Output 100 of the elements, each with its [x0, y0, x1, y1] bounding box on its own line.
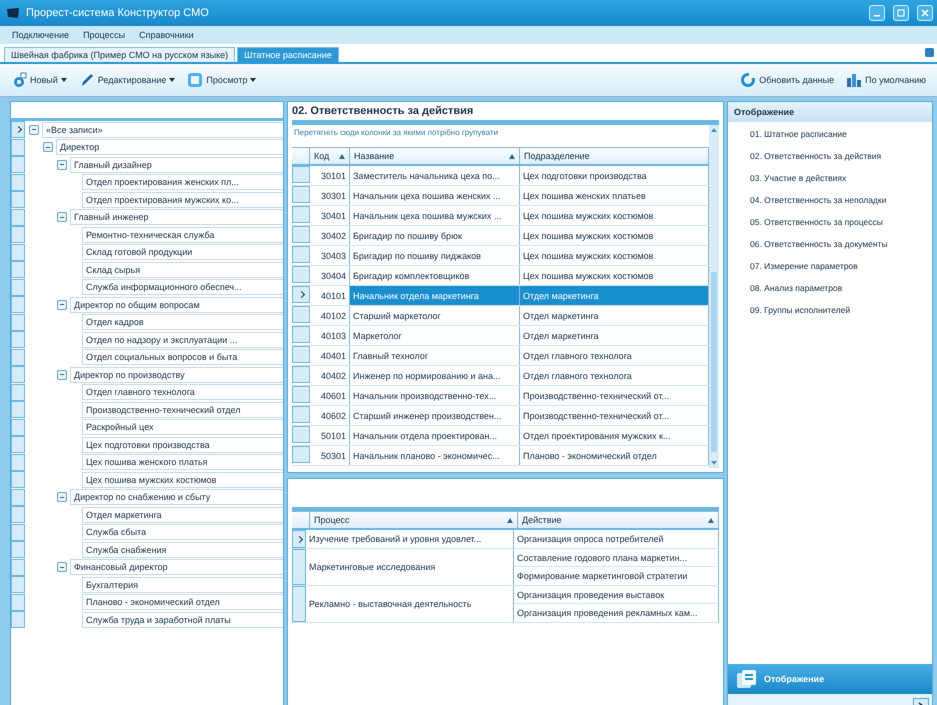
tree-item[interactable]: Склад готовой продукции: [82, 244, 283, 260]
caret-icon: [169, 78, 176, 82]
collapse-toggle[interactable]: [57, 212, 67, 222]
table-cell: Инженер по нормированию и ана...: [350, 366, 520, 385]
collapse-toggle[interactable]: [57, 562, 67, 572]
view-link[interactable]: 05. Ответственность за процессы: [750, 214, 932, 230]
tree-item[interactable]: Цех пошива женского платья: [82, 454, 283, 470]
view-link[interactable]: 08. Анализ параметров: [750, 280, 932, 296]
toolbar-button[interactable]: По умолчанию: [843, 70, 929, 90]
collapse-toggle[interactable]: [57, 492, 67, 502]
tab[interactable]: Швейная фабрика (Пример СМО на русском языке): [4, 47, 236, 62]
column-header[interactable]: Процесс: [310, 512, 518, 528]
row-header[interactable]: [11, 121, 25, 138]
panel-header: Отображение: [728, 102, 932, 122]
table-cell: Начальник планово - экономичес...: [350, 446, 520, 465]
minimize-button[interactable]: [869, 5, 885, 21]
view-link[interactable]: 07. Измерение параметров: [750, 258, 932, 274]
table-cell: 30301: [310, 186, 350, 205]
table-cell: Начальник цеха пошива женских ...: [350, 186, 520, 205]
tree-item[interactable]: Отдел социальных вопросов и быта: [82, 349, 283, 366]
table-cell: Организация проведения выставок: [514, 586, 719, 604]
table-cell: 40601: [310, 386, 350, 405]
table-cell: Отдел маркетинга: [520, 286, 709, 305]
tree-item[interactable]: Цех подготовки производства: [82, 436, 283, 453]
tree-item[interactable]: Директор: [56, 139, 283, 156]
collapse-toggle[interactable]: [57, 300, 67, 310]
table-cell: 40402: [310, 366, 350, 385]
table-cell: Начальник производственно-тех...: [350, 386, 520, 405]
row-header[interactable]: [292, 286, 310, 303]
tree-item[interactable]: Отдел проектирования мужских ко...: [82, 192, 283, 208]
toolbar-button[interactable]: Новый: [8, 70, 70, 90]
tree-item[interactable]: Планово - экономический отдел: [82, 594, 283, 610]
table-cell: Бригадир по пошиву пиджаков: [350, 246, 520, 265]
table-cell: 40103: [310, 326, 350, 345]
table-cell: 40602: [310, 406, 350, 425]
toolbar-button[interactable]: Обновить данные: [737, 70, 838, 90]
tree-item[interactable]: Служба информационного обеспеч...: [82, 279, 283, 296]
tree-item[interactable]: Бухгалтерия: [82, 576, 283, 593]
close-button[interactable]: [917, 5, 933, 21]
table-cell: 40102: [310, 306, 350, 325]
tree-item[interactable]: Отдел кадров: [82, 314, 283, 330]
tree-item[interactable]: Служба труда и заработной платы: [82, 612, 283, 628]
refresh-icon: [740, 72, 756, 88]
table-cell: Начальник отдела проектирован...: [350, 426, 520, 445]
table-cell: 30404: [310, 266, 350, 285]
table-cell: 30402: [310, 226, 350, 245]
tree-item[interactable]: Отдел главного технолога: [82, 384, 283, 400]
row-header[interactable]: [292, 530, 306, 548]
collapse-toggle[interactable]: [57, 370, 67, 380]
view-link[interactable]: 03. Участие в действиях: [750, 170, 932, 186]
tree-item[interactable]: Цех пошива мужских костюмов: [82, 472, 283, 488]
tree-item[interactable]: Отдел проектирования женских пл...: [82, 174, 283, 190]
tree-item[interactable]: Главный инженер: [70, 209, 283, 226]
collapse-toggle[interactable]: [29, 124, 39, 135]
tree-item[interactable]: Главный дизайнер: [70, 156, 283, 173]
table-cell: 50101: [310, 426, 350, 445]
table-cell: 30401: [310, 206, 350, 225]
table-cell: Старший маркетолог: [350, 306, 520, 325]
tree-item[interactable]: Финансовый директор: [70, 559, 283, 576]
table-cell: Главный технолог: [350, 346, 520, 365]
tree-item[interactable]: Склад сырья: [82, 262, 283, 278]
view-link[interactable]: 09. Группы исполнителей: [750, 302, 932, 318]
table-cell: Маркетолог: [350, 326, 520, 345]
column-header[interactable]: Код: [310, 148, 350, 164]
maximize-icon: [897, 9, 905, 17]
maximize-button[interactable]: [893, 5, 909, 21]
menu-item[interactable]: Справочники: [139, 30, 194, 40]
menu-item[interactable]: Процессы: [83, 30, 126, 40]
view-link[interactable]: 04. Ответственность за неполадки: [750, 192, 932, 208]
table-cell: Изучение требований и уровня удовлет...: [306, 530, 514, 548]
view-link[interactable]: 06. Ответственность за документы: [750, 236, 932, 252]
table-cell: Маркетинговые исследования: [306, 549, 514, 585]
table-cell: 40401: [310, 346, 350, 365]
group-hint: Перетягніть сюди колонки за якими потрібно групувати: [293, 127, 500, 139]
tree-item[interactable]: Производственно-технический отдел: [82, 402, 283, 418]
table-cell: 30101: [310, 166, 350, 185]
tree-item[interactable]: Отдел по надзору и эксплуатации ...: [82, 332, 283, 348]
table-cell: Рекламно - выставочная деятельность: [306, 586, 514, 622]
view-link[interactable]: 01. Штатное расписание: [750, 126, 932, 142]
table-cell: Бригадир по пошиву брюк: [350, 226, 520, 245]
tree-item[interactable]: Отдел маркетинга: [82, 506, 283, 523]
collapse-toggle[interactable]: [43, 142, 53, 152]
close-tab-button[interactable]: [925, 48, 934, 57]
column-header[interactable]: Действие: [518, 512, 719, 528]
tree-item[interactable]: Директор по производству: [70, 366, 283, 383]
column-header[interactable]: Название: [350, 148, 520, 164]
app-icon: [6, 7, 20, 19]
collapse-toggle[interactable]: [57, 160, 67, 170]
tree-item[interactable]: Раскройный цех: [82, 419, 283, 436]
tree-item[interactable]: «Все записи»: [42, 122, 283, 138]
tree-item[interactable]: Ремонтно-техническая служба: [82, 226, 283, 243]
tree-item[interactable]: Служба сбыта: [82, 524, 283, 540]
tree-item[interactable]: Служба снабжения: [82, 542, 283, 558]
toolbar-button[interactable]: Редактирование: [76, 70, 178, 90]
toolbar-button[interactable]: Просмотр: [184, 70, 260, 90]
scrollbar[interactable]: [709, 125, 719, 468]
tree-item[interactable]: Директор по общим вопросам: [70, 296, 283, 313]
view-link[interactable]: 02. Ответственность за действия: [750, 148, 932, 164]
menu-item[interactable]: Подключение: [12, 30, 70, 40]
tree-item[interactable]: Директор по снабжению и сбыту: [70, 489, 283, 506]
